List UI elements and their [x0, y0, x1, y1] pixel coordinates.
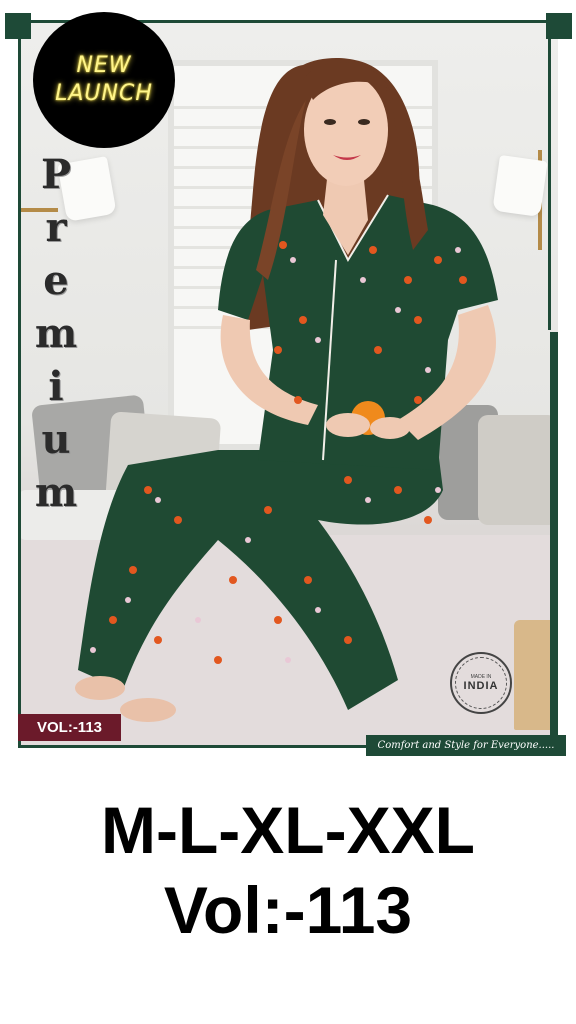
premium-letter: m [34, 310, 78, 357]
stamp-center-text: INDIA [463, 680, 499, 692]
premium-letter: i [48, 363, 64, 410]
frame-right-line [548, 20, 551, 330]
badge-line2: LAUNCH [55, 81, 153, 106]
premium-letter: P [40, 151, 72, 198]
vol-badge: VOL:-113 [18, 714, 121, 741]
sizes-text: M-L-XL-XXL [101, 793, 475, 867]
made-in-india-stamp: MADE IN INDIA [450, 652, 512, 714]
premium-letter: r [45, 204, 67, 251]
new-launch-badge: NEW LAUNCH [33, 12, 175, 148]
tagline: Comfort and Style for Everyone..... [366, 735, 566, 756]
frame-right-bar [550, 332, 558, 748]
corner-square-top-right [546, 13, 572, 39]
premium-vertical-text: P r e m i u m [26, 148, 86, 519]
frame-left-line [18, 20, 21, 748]
corner-square-top-left [5, 13, 31, 39]
premium-letter: e [43, 257, 69, 304]
volume-text: Vol:-113 [163, 873, 413, 947]
badge-line1: NEW [76, 53, 132, 78]
premium-letter: u [41, 416, 71, 463]
premium-letter: m [34, 469, 78, 516]
